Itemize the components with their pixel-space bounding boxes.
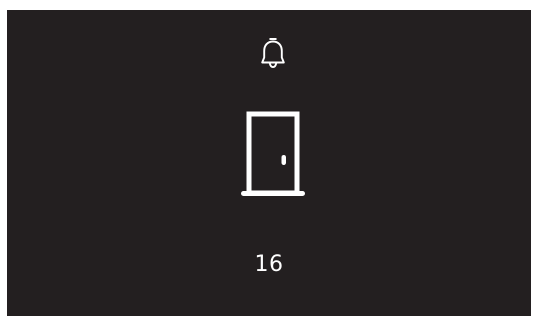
counter-value: 16 — [254, 252, 284, 277]
door-icon — [241, 111, 305, 196]
display-panel: 16 — [7, 10, 531, 316]
bell-icon[interactable] — [259, 36, 287, 70]
